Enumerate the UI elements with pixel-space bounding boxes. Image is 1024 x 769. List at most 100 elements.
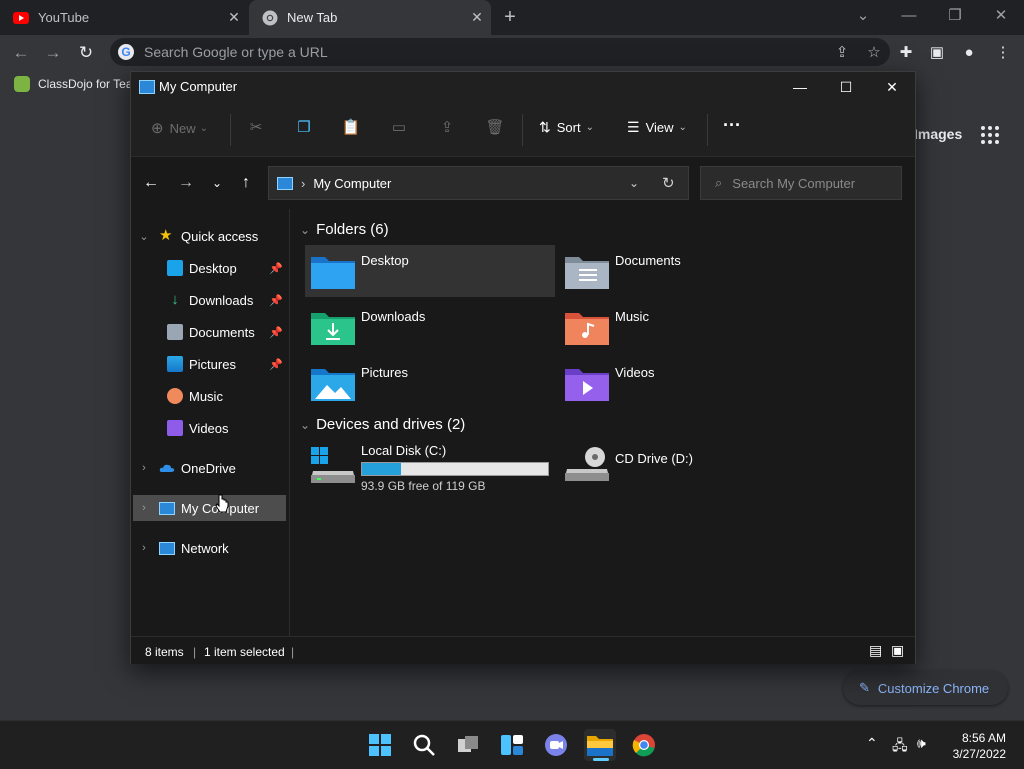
nav-label: Network (181, 540, 229, 556)
star-icon[interactable]: ☆ (858, 43, 890, 61)
menu-icon[interactable]: ⋮ (990, 40, 1016, 66)
tab-title: YouTube (38, 10, 90, 25)
nav-documents[interactable]: Documents 📌 (167, 319, 287, 345)
chevron-right-icon[interactable]: › (137, 502, 151, 514)
images-link[interactable]: Images (914, 126, 962, 142)
search-icon[interactable] (408, 729, 440, 761)
rename-icon[interactable]: ▭ (389, 118, 409, 138)
nav-pictures[interactable]: Pictures 📌 (167, 351, 287, 377)
pin-icon[interactable]: 📌 (269, 294, 283, 307)
pictures-icon (167, 356, 183, 372)
nav-my-computer[interactable]: › My Computer (133, 495, 286, 521)
folder-downloads[interactable]: Downloads (305, 301, 555, 353)
minimize-icon[interactable]: — (777, 72, 823, 102)
chevron-right-icon[interactable]: › (137, 542, 151, 554)
folder-name: Downloads (361, 309, 426, 324)
clock[interactable]: 8:56 AM 3/27/2022 (942, 730, 1006, 762)
new-button[interactable]: ⊕ New ⌄ (151, 119, 208, 137)
share-icon[interactable]: ⇪ (826, 43, 858, 61)
network-status-icon[interactable]: 🖧 (892, 735, 908, 759)
forward-arrow-icon[interactable]: → (40, 40, 66, 66)
delete-icon[interactable]: 🗑 (485, 118, 505, 138)
chevron-right-icon[interactable]: › (137, 462, 151, 474)
folder-desktop[interactable]: Desktop (305, 245, 555, 297)
file-explorer-icon[interactable] (584, 729, 616, 761)
volume-icon[interactable]: 🕪 (917, 735, 926, 752)
minimize-icon[interactable]: — (886, 0, 932, 32)
refresh-icon[interactable]: ↻ (662, 174, 675, 192)
side-panel-icon[interactable]: ▣ (924, 40, 950, 66)
share-icon[interactable]: ⇪ (437, 118, 457, 138)
sort-icon: ⇅ (539, 119, 551, 135)
folder-documents[interactable]: Documents (559, 245, 809, 297)
folder-pictures[interactable]: Pictures (305, 357, 555, 409)
details-view-icon[interactable]: ▤ (869, 642, 882, 659)
nav-desktop[interactable]: Desktop 📌 (167, 255, 287, 281)
breadcrumb[interactable]: My Computer (313, 176, 391, 191)
nav-quick-access[interactable]: ⌄ ★ Quick access (137, 223, 287, 249)
nav-videos[interactable]: Videos (167, 415, 287, 441)
tab-new-tab[interactable]: New Tab ✕ (249, 0, 491, 35)
bookmark-classdojo[interactable]: ClassDojo for Tea (14, 76, 133, 92)
tab-search-icon[interactable]: ⌄ (840, 0, 886, 32)
nav-music[interactable]: Music (167, 383, 287, 409)
widgets-icon[interactable] (496, 729, 528, 761)
maximize-icon[interactable]: ☐ (823, 72, 869, 102)
restore-icon[interactable]: ❐ (932, 0, 978, 32)
drive-cd[interactable]: CD Drive (D:) (559, 441, 809, 493)
back-arrow-icon[interactable]: ← (8, 40, 34, 66)
up-arrow-icon[interactable]: ↑ (236, 173, 256, 193)
nav-downloads[interactable]: ↓ Downloads 📌 (167, 287, 287, 313)
chrome-icon[interactable] (628, 729, 660, 761)
apps-grid-icon[interactable] (980, 125, 1000, 145)
chevron-up-icon[interactable]: ⌃ (866, 735, 878, 752)
customize-chrome-button[interactable]: ✎ Customize Chrome (843, 671, 1008, 705)
folders-group-header[interactable]: ⌄ Folders (6) (300, 221, 389, 238)
nav-network[interactable]: › Network (137, 535, 287, 561)
computer-icon (277, 176, 293, 190)
recent-locations-icon[interactable]: ⌄ (207, 173, 227, 193)
close-icon[interactable]: ✕ (463, 9, 491, 26)
new-tab-button[interactable]: + (499, 6, 521, 28)
sort-button[interactable]: ⇅ Sort ⌄ (539, 119, 594, 136)
profile-icon[interactable]: ● (956, 40, 982, 66)
omnibox[interactable]: G Search Google or type a URL ⇪ ☆ (110, 38, 890, 66)
paste-icon[interactable]: 📋 (341, 118, 361, 138)
content-pane: ⌄ Folders (6) Desktop Documents Download… (290, 209, 915, 636)
drives-group-header[interactable]: ⌄ Devices and drives (2) (300, 416, 465, 433)
tab-youtube[interactable]: YouTube ✕ (0, 0, 248, 35)
close-icon[interactable]: ✕ (869, 72, 915, 102)
chevron-down-icon[interactable]: ⌄ (137, 230, 151, 243)
search-input[interactable]: ⌕ Search My Computer (700, 166, 902, 200)
folder-name: Desktop (361, 253, 409, 268)
cut-icon[interactable]: ✂ (246, 118, 266, 138)
drive-local-disk[interactable]: Local Disk (C:) 93.9 GB free of 119 GB (305, 441, 555, 493)
address-bar[interactable]: › My Computer ⌄ ↻ (268, 166, 689, 200)
pin-icon[interactable]: 📌 (269, 358, 283, 371)
start-icon[interactable] (364, 729, 396, 761)
customize-label: Customize Chrome (877, 680, 990, 696)
task-view-icon[interactable] (452, 729, 484, 761)
nav-onedrive[interactable]: › OneDrive (137, 455, 287, 481)
reload-icon[interactable]: ↻ (73, 40, 99, 66)
pin-icon[interactable]: 📌 (269, 262, 283, 275)
view-button[interactable]: ☰ View ⌄ (627, 119, 687, 136)
chevron-down-icon[interactable]: ⌄ (300, 223, 310, 237)
folder-music[interactable]: Music (559, 301, 809, 353)
extensions-icon[interactable]: ✚ (893, 40, 919, 66)
tiles-view-icon[interactable]: ▣ (891, 642, 904, 659)
more-options-button[interactable]: ··· (723, 115, 741, 136)
navigation-pane: ⌄ ★ Quick access Desktop 📌 ↓ Downloads 📌… (131, 209, 290, 636)
drive-usage-bar (361, 462, 549, 476)
chevron-down-icon[interactable]: ⌄ (629, 176, 639, 190)
close-window-icon[interactable]: ✕ (978, 0, 1024, 32)
pictures-folder-icon (311, 365, 355, 401)
chevron-down-icon[interactable]: ⌄ (300, 418, 310, 432)
close-icon[interactable]: ✕ (220, 9, 248, 26)
teams-chat-icon[interactable] (540, 729, 572, 761)
folder-videos[interactable]: Videos (559, 357, 809, 409)
copy-icon[interactable]: ❐ (294, 118, 314, 138)
forward-arrow-icon[interactable]: → (176, 173, 196, 193)
pin-icon[interactable]: 📌 (269, 326, 283, 339)
back-arrow-icon[interactable]: ← (141, 173, 161, 193)
